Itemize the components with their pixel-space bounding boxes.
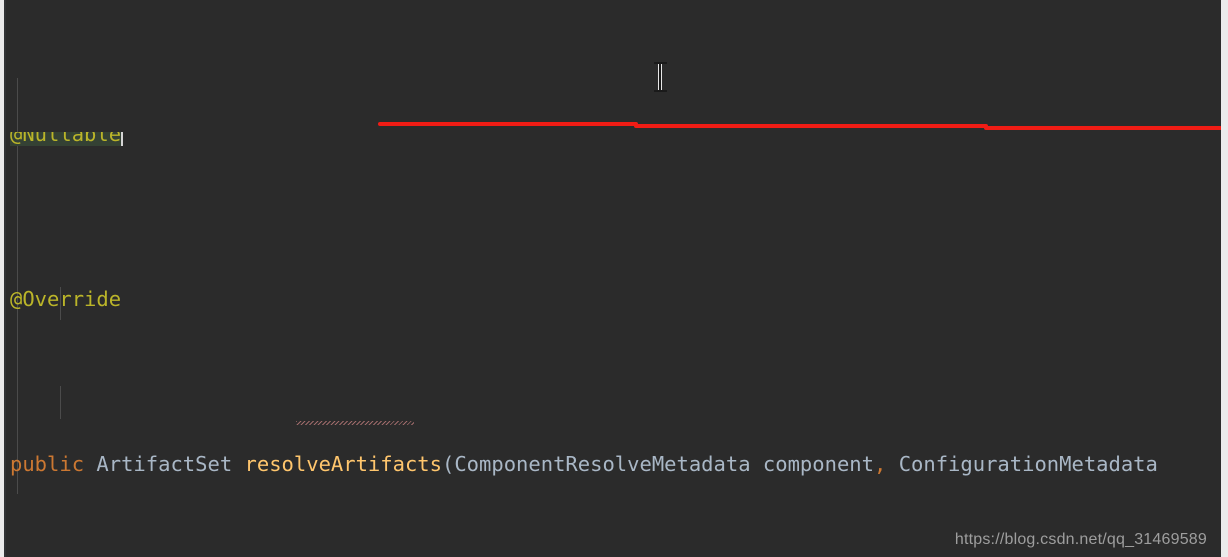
weak-warning-squiggle: [296, 421, 414, 425]
csdn-watermark: https://blog.csdn.net/qq_31469589: [954, 531, 1207, 548]
code-editor-screenshot: @Nullable @Override public ArtifactSet r…: [0, 0, 1228, 557]
red-annotation-underline-seg1: [378, 122, 638, 126]
page-margin-right: [1221, 0, 1228, 557]
text-caret: [121, 132, 124, 146]
token-annotation-override: @Override: [10, 287, 122, 311]
token-type-componentresolvemetadata: ComponentResolveMetadata: [454, 452, 751, 476]
token-keyword-public: public: [10, 452, 85, 476]
token-annotation-nullable: @Nullable: [10, 132, 122, 146]
red-annotation-underline-seg2: [634, 124, 988, 128]
code-line-method-signature[interactable]: public ArtifactSet resolveArtifacts(Comp…: [4, 448, 1221, 481]
editor-pane[interactable]: @Nullable @Override public ArtifactSet r…: [4, 0, 1221, 557]
red-annotation-underline-seg3: [984, 126, 1221, 130]
token-method-resolveartifacts: resolveArtifacts: [244, 452, 442, 476]
token-param-component: component: [762, 452, 874, 476]
code-line-override[interactable]: @Override: [4, 283, 1221, 316]
token-type-configurationmetadata: ConfigurationMetadata: [898, 452, 1158, 476]
token-type-artifactset: ArtifactSet: [96, 452, 233, 476]
code-block[interactable]: @Nullable @Override public ArtifactSet r…: [4, 0, 1221, 557]
code-line-nullable[interactable]: @Nullable: [4, 132, 1221, 151]
